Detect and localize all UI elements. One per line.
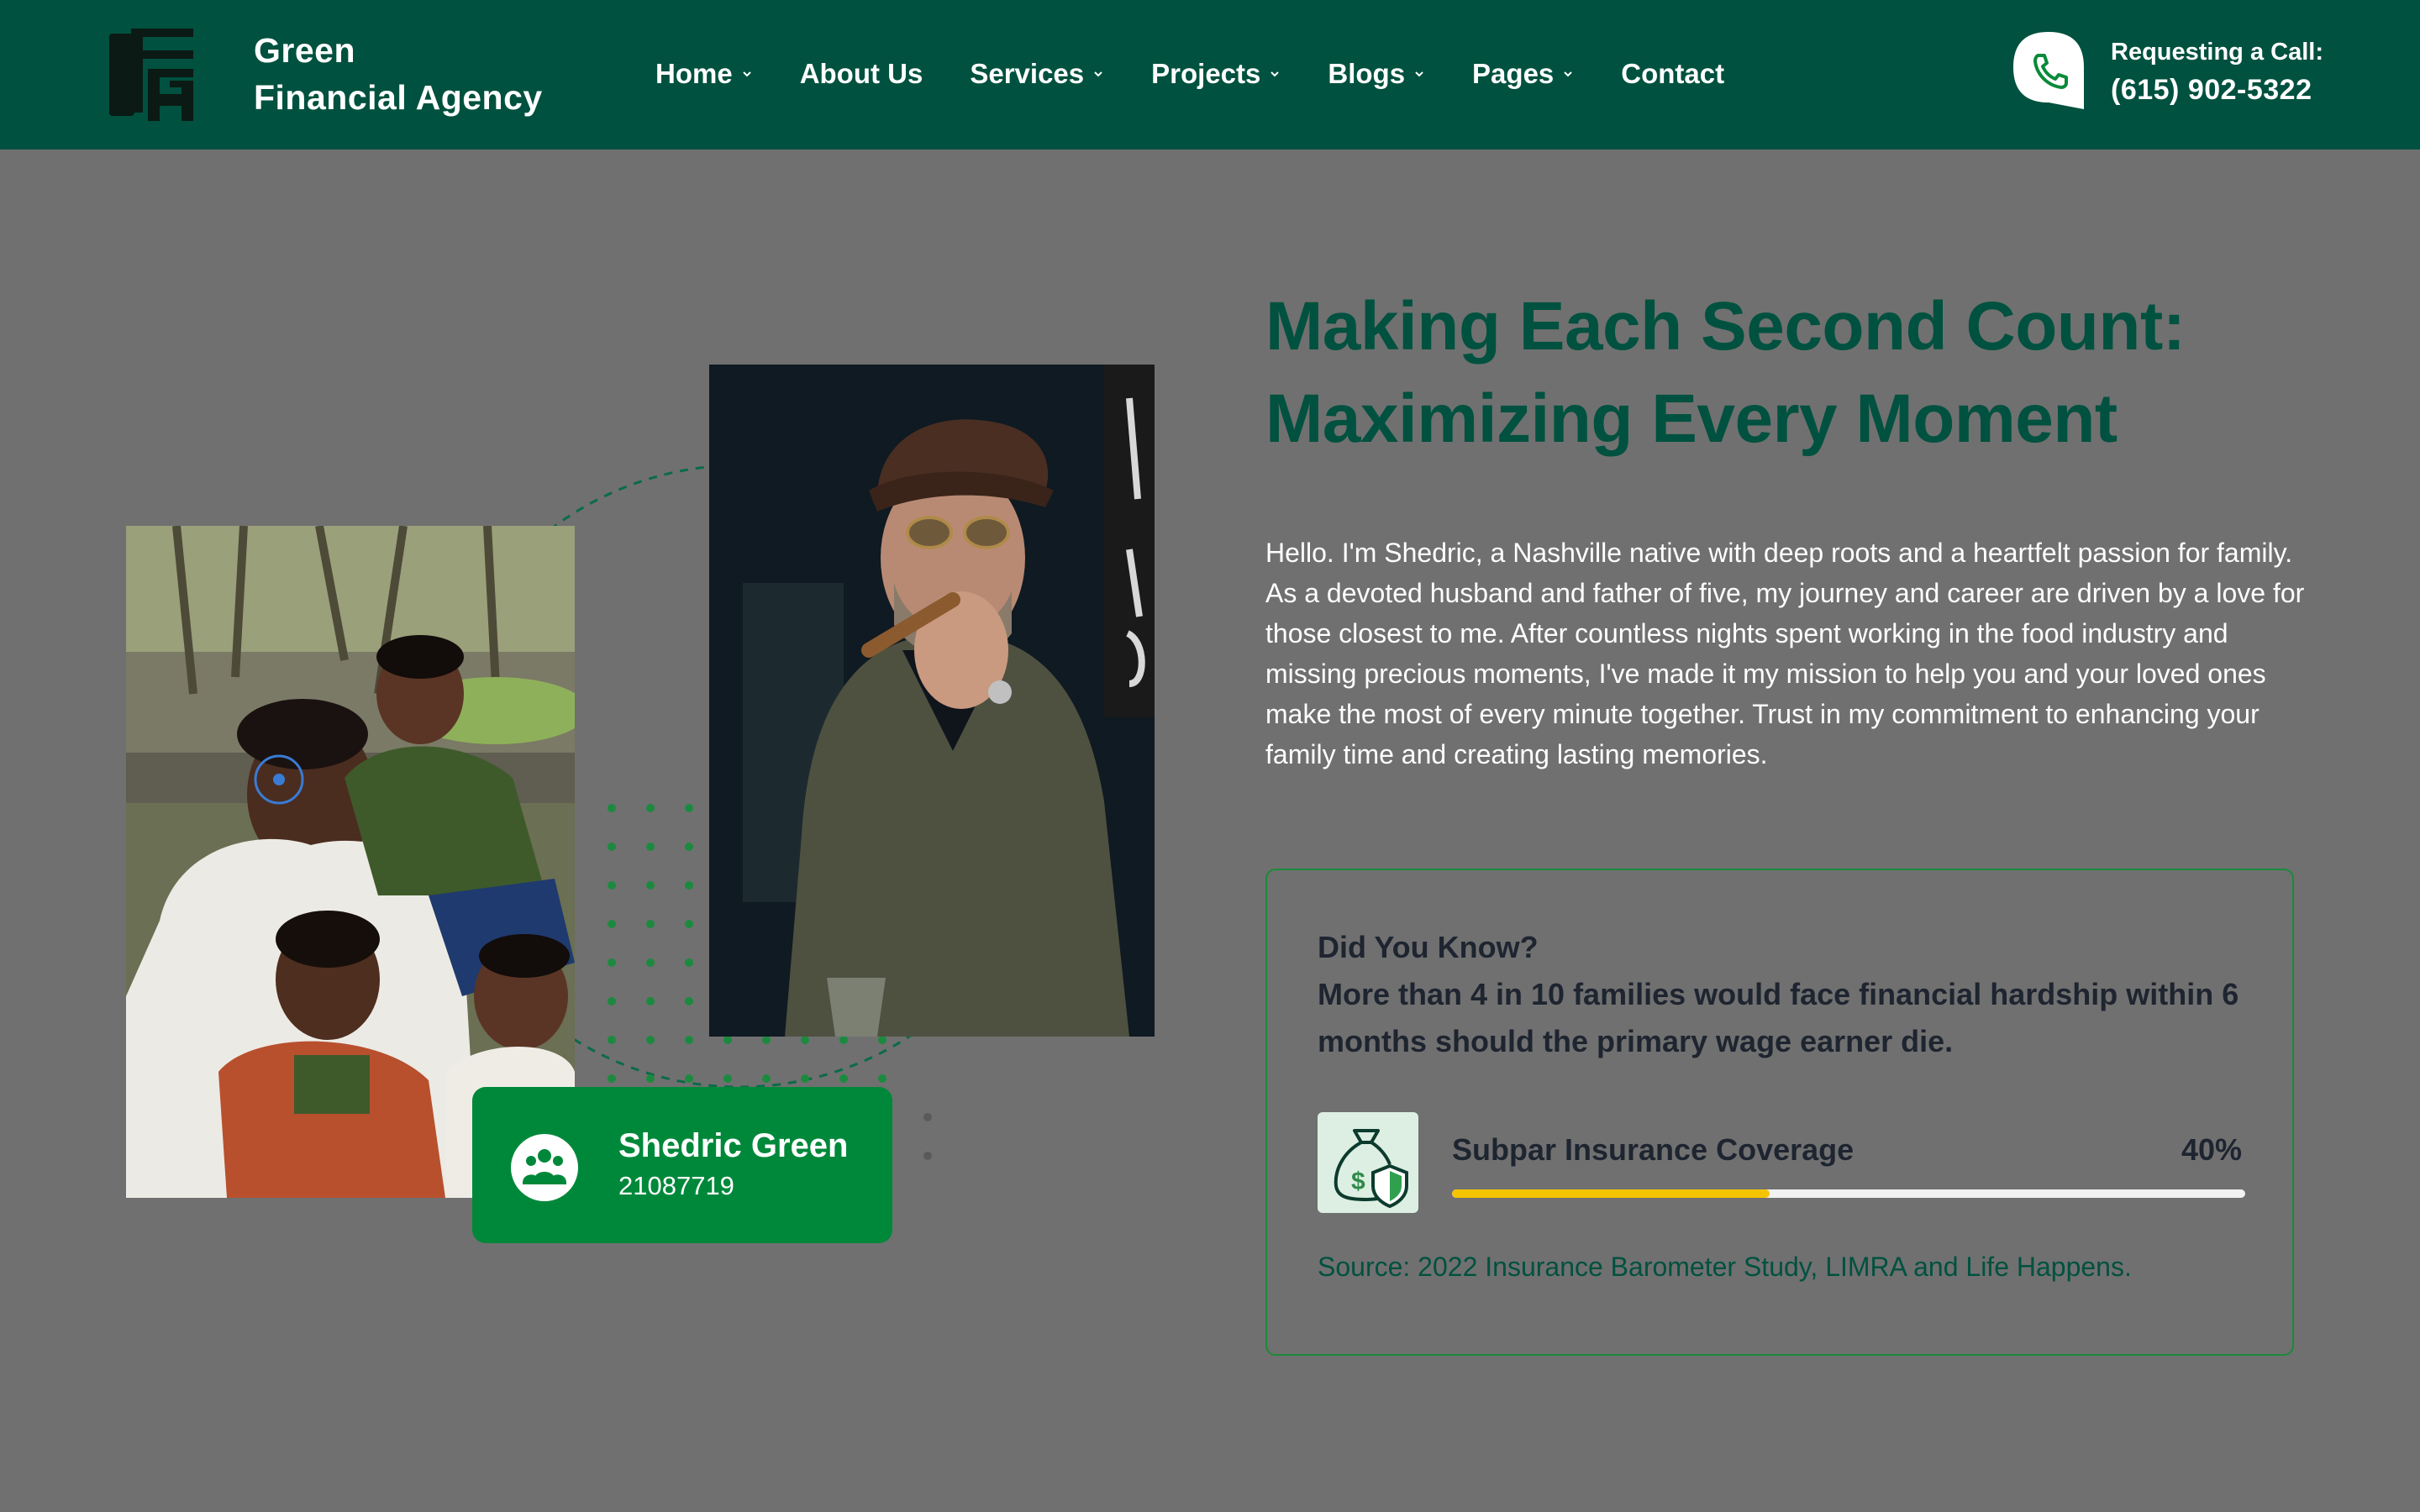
main-nav: Home About Us Services Projects Blogs Pa… <box>655 52 1771 96</box>
chevron-down-icon <box>1094 71 1102 77</box>
nav-contact-label: Contact <box>1621 58 1725 89</box>
fact-title-line-3: months should the primary wage earner di… <box>1318 1024 1954 1058</box>
title-line-2: Maximizing Every Moment <box>1265 381 2118 457</box>
page-title: Making Each Second Count: Maximizing Eve… <box>1265 281 2341 465</box>
nav-projects-label: Projects <box>1151 58 1261 89</box>
stat-percentage: 40% <box>2181 1132 2242 1167</box>
title-line-1: Making Each Second Count: <box>1265 288 2186 365</box>
nav-pages[interactable]: Pages <box>1472 52 1574 96</box>
call-phone-number[interactable]: (615) 902-5322 <box>2111 74 2312 107</box>
call-label: Requesting a Call: <box>2111 39 2323 66</box>
nav-projects[interactable]: Projects <box>1151 52 1281 96</box>
stat-progress-bar <box>1452 1189 2245 1198</box>
advisor-photo <box>709 365 1155 1037</box>
nav-services[interactable]: Services <box>970 52 1104 96</box>
site-header: Green Financial Agency Home About Us Ser… <box>0 0 2420 150</box>
nav-about-us[interactable]: About Us <box>800 52 923 96</box>
svg-text:$: $ <box>1351 1168 1365 1195</box>
nav-pages-label: Pages <box>1472 58 1555 89</box>
stat-progress-fill <box>1452 1189 1770 1198</box>
nav-blogs-label: Blogs <box>1328 58 1406 89</box>
advisor-name: Shedric Green <box>618 1127 849 1164</box>
advisor-id: 21087719 <box>618 1171 734 1200</box>
bio-paragraph: Hello. I'm Shedric, a Nashville native w… <box>1265 538 2305 769</box>
nav-blogs[interactable]: Blogs <box>1328 52 1425 96</box>
fact-title-line-2: More than 4 in 10 families would face fi… <box>1318 977 2239 1011</box>
chevron-down-icon <box>1564 71 1572 77</box>
chevron-down-icon <box>1415 71 1423 77</box>
stat-icon-tile: $ <box>1318 1112 1418 1213</box>
phone-icon[interactable] <box>2013 32 2084 109</box>
brand-name[interactable]: Green Financial Agency <box>254 27 543 121</box>
nav-about-label: About Us <box>799 58 923 89</box>
brand-line-2: Financial Agency <box>254 78 543 117</box>
nav-home-label: Home <box>655 58 733 89</box>
agency-logo-icon[interactable] <box>109 29 198 121</box>
fact-title-line-1: Did You Know? <box>1318 930 1539 964</box>
profile-name-card[interactable]: Shedric Green 21087719 <box>472 1087 892 1243</box>
avatar <box>511 1134 578 1201</box>
chevron-down-icon <box>742 71 751 77</box>
did-you-know-box: Did You Know? More than 4 in 10 families… <box>1265 869 2294 1356</box>
brand-line-1: Green <box>254 31 355 70</box>
chevron-down-icon <box>1270 71 1280 77</box>
group-users-icon <box>523 1149 566 1184</box>
nav-contact[interactable]: Contact <box>1621 52 1724 96</box>
fact-heading: Did You Know? More than 4 in 10 families… <box>1318 924 2275 1065</box>
stat-label: Subpar Insurance Coverage <box>1452 1132 1854 1167</box>
nav-services-label: Services <box>970 58 1085 89</box>
source-citation: Source: 2022 Insurance Barometer Study, … <box>1318 1252 2132 1282</box>
nav-home[interactable]: Home <box>655 52 753 96</box>
money-bag-shield-icon: $ <box>1334 1129 1408 1209</box>
